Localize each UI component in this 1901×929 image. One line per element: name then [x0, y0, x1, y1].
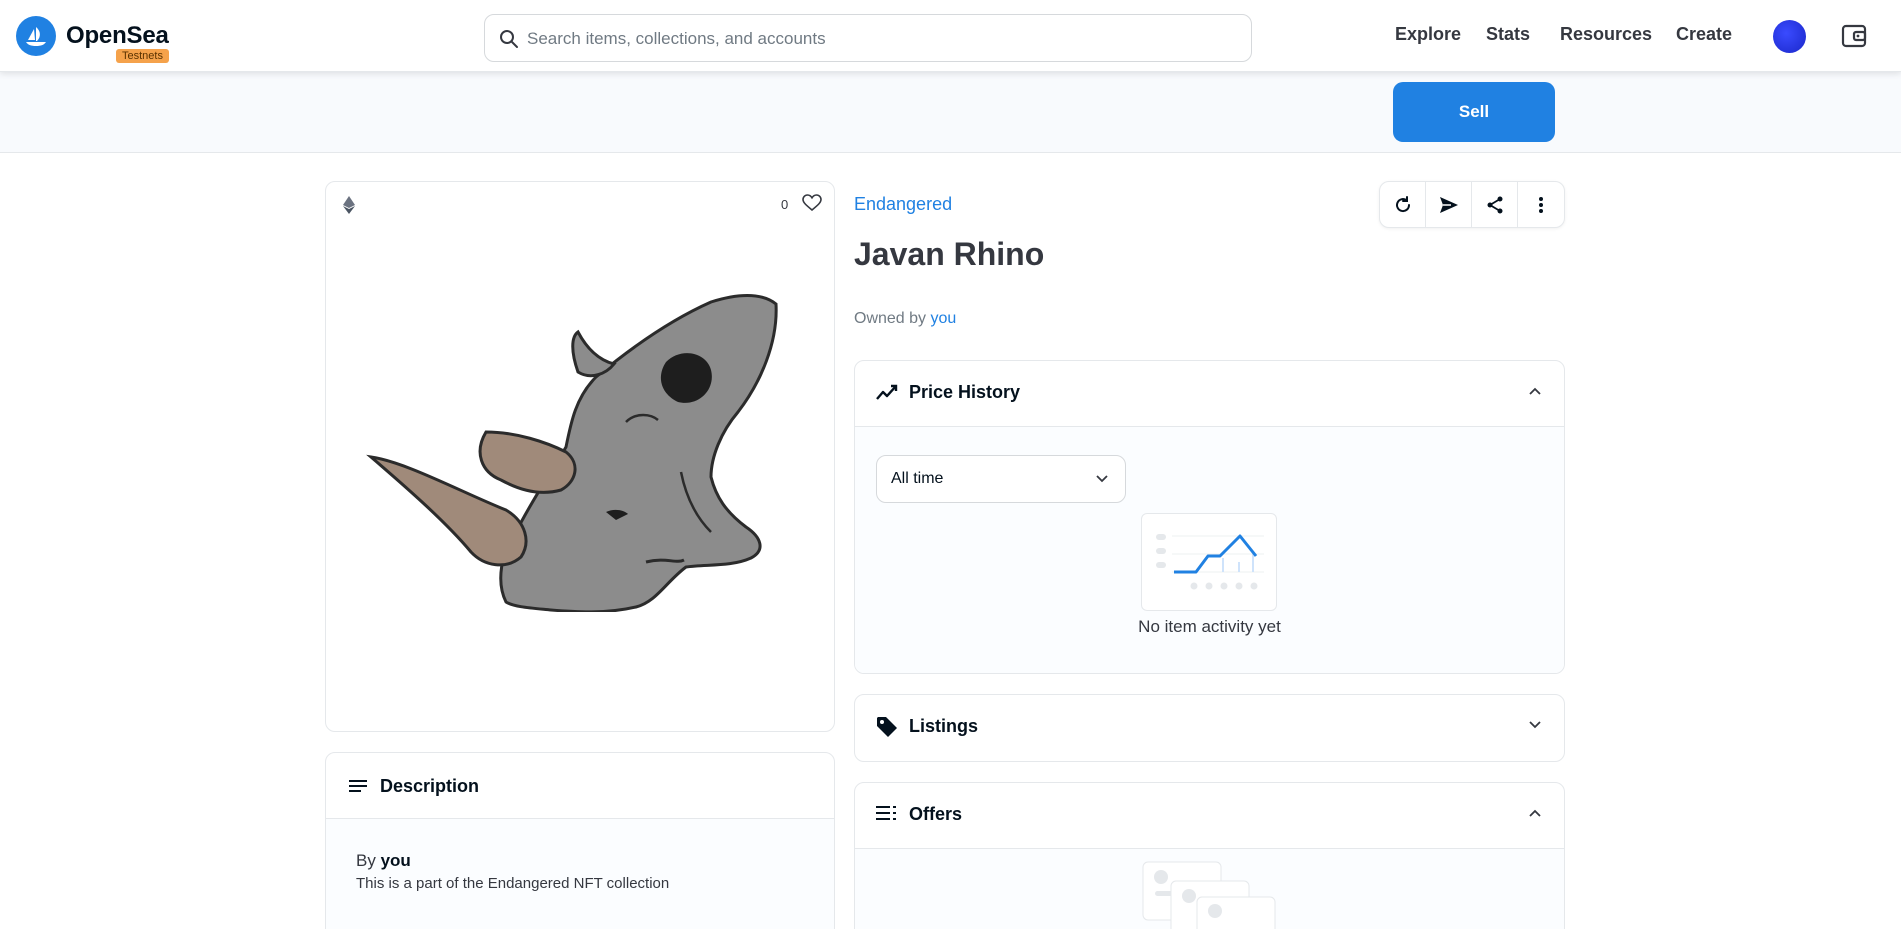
nav-stats[interactable]: Stats — [1486, 24, 1530, 45]
ethereum-icon — [343, 196, 355, 214]
price-history-body: All time No item activity yet — [855, 426, 1564, 673]
list-icon — [876, 806, 896, 820]
listings-panel: Listings — [854, 694, 1565, 762]
price-history-header[interactable]: Price History — [855, 361, 1564, 426]
nav-resources[interactable]: Resources — [1560, 24, 1652, 45]
search-icon — [500, 30, 518, 48]
more-options-button[interactable] — [1518, 182, 1564, 227]
empty-activity-text: No item activity yet — [1138, 617, 1281, 636]
collection-link[interactable]: Endangered — [854, 194, 952, 215]
item-title: Javan Rhino — [854, 236, 1045, 272]
listings-title: Listings — [909, 716, 979, 736]
offers-title: Offers — [909, 804, 963, 824]
trending-chart-icon — [876, 384, 898, 400]
send-icon — [1439, 196, 1458, 213]
listings-header[interactable]: Listings — [855, 695, 1564, 760]
refresh-icon — [1395, 195, 1410, 212]
testnets-badge: Testnets — [116, 49, 169, 63]
by-prefix: By — [356, 851, 376, 870]
heart-icon[interactable] — [802, 194, 822, 212]
refresh-button[interactable] — [1380, 182, 1426, 227]
time-range-select[interactable]: All time — [876, 455, 1126, 503]
owner-link[interactable]: you — [931, 310, 957, 327]
price-history-title: Price History — [909, 382, 1021, 402]
nav-create[interactable]: Create — [1676, 24, 1732, 45]
chevron-up-icon — [1529, 387, 1541, 395]
offers-header[interactable]: Offers — [855, 783, 1564, 848]
creator-link[interactable]: you — [381, 851, 411, 870]
owned-by: Owned by you — [854, 310, 956, 328]
offers-body — [855, 848, 1564, 929]
time-range-value: All time — [891, 470, 944, 487]
opensea-logo-icon[interactable] — [16, 16, 56, 56]
top-header: OpenSea Testnets Explore Stats Resources… — [0, 0, 1901, 72]
description-text: This is a part of the Endangered NFT col… — [356, 875, 670, 892]
more-vertical-icon — [1538, 196, 1543, 213]
search-input[interactable] — [527, 25, 1227, 53]
search-box[interactable] — [484, 14, 1252, 62]
sell-button[interactable]: Sell — [1393, 82, 1555, 142]
chevron-down-icon — [1096, 475, 1108, 483]
chevron-down-icon — [1529, 721, 1541, 729]
tag-icon — [877, 717, 897, 737]
javan-rhino-image — [366, 294, 778, 612]
created-by: By you — [356, 851, 411, 871]
wallet-icon[interactable] — [1840, 22, 1868, 55]
description-body: By you This is a part of the Endangered … — [326, 819, 834, 929]
text-lines-icon — [349, 780, 367, 792]
transfer-button[interactable] — [1426, 182, 1472, 227]
empty-chart-illustration — [1141, 513, 1277, 611]
brand-name[interactable]: OpenSea — [66, 22, 169, 50]
share-button[interactable] — [1472, 182, 1518, 227]
price-history-panel: Price History All time No item activity … — [854, 360, 1565, 674]
description-panel: Description By you This is a part of the… — [325, 752, 835, 929]
empty-offers-illustration — [1142, 861, 1276, 929]
favorite-count: 0 — [781, 197, 789, 212]
share-icon — [1487, 196, 1502, 213]
owned-prefix: Owned by — [854, 310, 927, 327]
avatar[interactable] — [1773, 20, 1806, 53]
chevron-up-icon — [1529, 809, 1541, 817]
description-header[interactable]: Description — [326, 753, 834, 819]
description-title: Description — [380, 776, 480, 796]
item-action-bar — [0, 72, 1901, 153]
item-actions-group — [1379, 181, 1565, 228]
item-image-card: 0 — [325, 181, 835, 732]
nav-explore[interactable]: Explore — [1395, 24, 1461, 45]
offers-panel: Offers — [854, 782, 1565, 929]
